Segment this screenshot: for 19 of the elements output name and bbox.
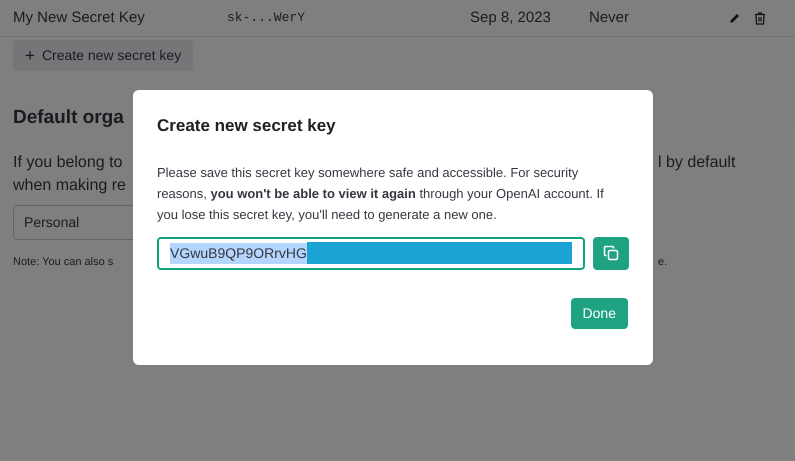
delete-icon[interactable] xyxy=(754,12,766,24)
done-button[interactable]: Done xyxy=(570,298,628,328)
description-text: when making re xyxy=(13,176,126,196)
create-key-button[interactable]: + Create new secret key xyxy=(13,40,194,71)
note-text: e. xyxy=(658,254,668,270)
description-text: l by default xyxy=(658,152,736,172)
key-name: My New Secret Key xyxy=(13,8,146,28)
secret-key-masked: sk-...WerY xyxy=(227,9,306,28)
copy-button[interactable] xyxy=(593,236,629,270)
dialog-message: Please save this secret key somewhere safe and accessible. For security reasons, you won't be able to view it again through your OpenAI account. If you lose this secret key, you'll need to generate a new one. xyxy=(157,164,605,224)
last-used: Never xyxy=(589,8,630,28)
section-heading: Default orga xyxy=(13,106,124,130)
note-text: Note: You can also s xyxy=(13,256,114,268)
dialog-title: Create new secret key xyxy=(157,115,336,137)
edit-icon[interactable] xyxy=(729,12,741,24)
copy-icon xyxy=(603,245,620,261)
description-text: If you belong to xyxy=(13,154,122,170)
created-date: Sep 8, 2023 xyxy=(470,8,552,28)
secret-key-field[interactable]: VGwuB9QP9ORrvHG xyxy=(157,236,586,270)
